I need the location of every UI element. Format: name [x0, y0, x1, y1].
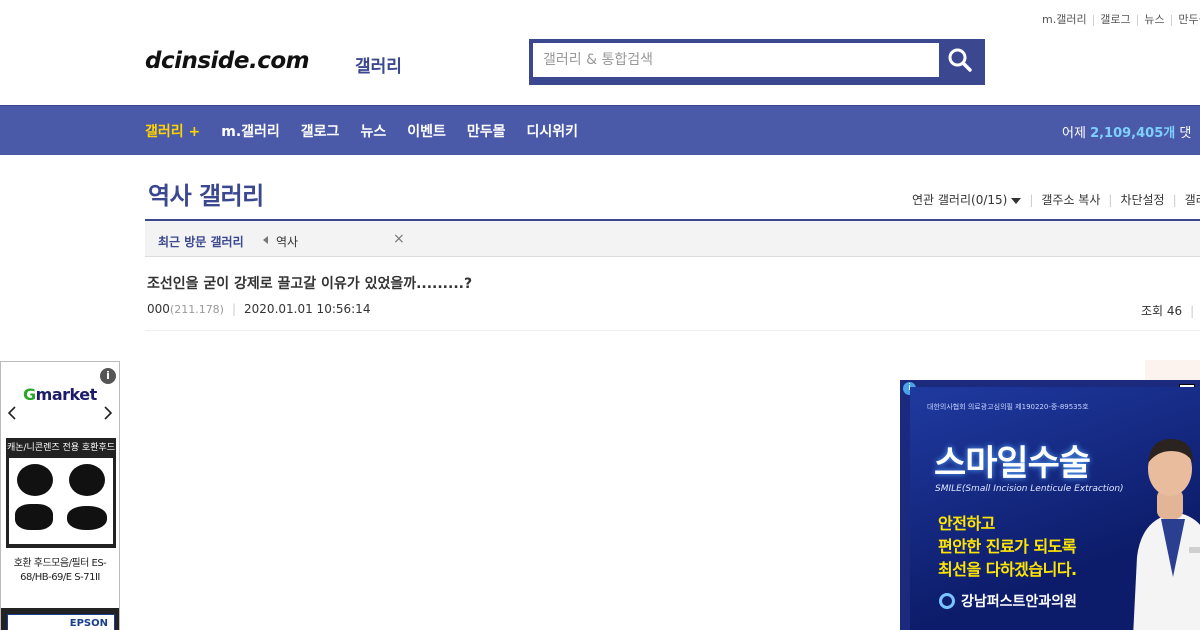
post-stat: 어제 2,109,405개 댓: [1062, 122, 1191, 141]
ad-product-card[interactable]: 캐논/니콘렌즈 전용 호환후드: [6, 438, 116, 548]
gallery-tools: 연관 갤러리(0/15) | 갤주소 복사 | 차단설정 | 갤러: [912, 191, 1200, 208]
doctor-image: [1133, 439, 1200, 630]
ad-copy-line: 편안한 진료가 되도록: [938, 537, 1077, 556]
recent-visited-item[interactable]: 역사: [276, 233, 298, 250]
next-ad-preview: EPSON: [1, 608, 119, 630]
ad-panel: 대한의사협회 의료광고심의필 제190220-중-89535호 스마일수술 SM…: [910, 387, 1200, 630]
post-meta: 000 (211.178) | 2020.01.01 10:56:14: [147, 302, 370, 316]
gallery-title[interactable]: 역사 갤러리: [148, 176, 264, 211]
topnav-news-link[interactable]: 뉴스: [1144, 13, 1164, 26]
post-title: 조선인을 굳이 강제로 끌고갈 이유가 있었을까.........?: [147, 276, 473, 292]
related-gallery-dropdown[interactable]: 연관 갤러리(0/15): [912, 191, 1022, 208]
nav-item-mgallery[interactable]: m.갤러리: [221, 121, 280, 141]
nav-item-event[interactable]: 이벤트: [407, 121, 446, 141]
logo-gallery-label[interactable]: 갤러리: [355, 52, 402, 77]
left-ad-banner[interactable]: i Gmarket 캐논/니콘렌즈 전용 호환후드 호환 후드모음/필터 ES-…: [0, 361, 120, 630]
topnav-mandumall-link[interactable]: 만두몰: [1178, 13, 1200, 26]
gmarket-logo-g: G: [23, 385, 36, 404]
ad-placeholder: [1145, 360, 1200, 380]
caret-down-icon: [1011, 198, 1022, 204]
related-gallery-label: 연관 갤러리(0/15): [912, 193, 1008, 207]
nav-item-gallog[interactable]: 갤로그: [301, 121, 340, 141]
post-author-ip: (211.178): [169, 302, 224, 316]
ad-notice-text: 대한의사협회 의료광고심의필 제190220-중-89535호: [927, 403, 1089, 411]
recent-visited-label[interactable]: 최근 방문 갤러리: [158, 233, 244, 250]
divider: |: [1135, 13, 1140, 26]
post-views-text: 조회 46: [1141, 304, 1183, 318]
block-settings-button[interactable]: 차단설정: [1120, 191, 1164, 208]
ad-copy: 안전하고 편안한 진료가 되도록 최선을 다하겠습니다.: [938, 512, 1077, 581]
nav-item-gallery[interactable]: 갤러리 +: [145, 121, 200, 141]
caret-left-icon[interactable]: [263, 236, 268, 244]
divider: |: [231, 302, 237, 316]
epson-logo: EPSON: [7, 614, 115, 630]
nav-item-dcwiki[interactable]: 디시위키: [526, 121, 578, 141]
divider: |: [1108, 192, 1113, 207]
ad-clinic: 강남퍼스트안과의원: [939, 591, 1077, 611]
close-icon[interactable]: ×: [393, 231, 405, 247]
right-ad-banner[interactable]: i 대한의사협회 의료광고심의필 제190220-중-89535호 스마일수술 …: [900, 380, 1200, 630]
post-author[interactable]: 000: [147, 302, 170, 316]
site-logo[interactable]: dcinside.com: [145, 48, 310, 74]
nav-item-news[interactable]: 뉴스: [360, 121, 386, 141]
divider: |: [1029, 192, 1034, 207]
main-nav-bar: 갤러리 + m.갤러리 갤로그 뉴스 이벤트 만두몰 디시위키 어제 2,109…: [0, 105, 1200, 155]
divider: |: [1190, 304, 1195, 318]
stat-prefix: 어제: [1062, 126, 1086, 141]
stat-value: 2,109,405개: [1090, 126, 1176, 141]
top-utility-nav: m.갤러리 | 갤로그 | 뉴스 | 만두몰: [1042, 11, 1200, 27]
post-datetime: 2020.01.01 10:56:14: [244, 302, 371, 316]
gmarket-logo: Gmarket: [23, 385, 97, 404]
gallery-more-button[interactable]: 갤러: [1185, 191, 1200, 208]
recent-visited-bar: 최근 방문 갤러리 역사 ×: [145, 219, 1200, 257]
clinic-logo-icon: [939, 593, 955, 609]
lens-hood-image: [67, 506, 107, 530]
search-button[interactable]: [939, 41, 981, 79]
lens-hood-image: [69, 464, 105, 496]
lens-hood-image: [15, 504, 53, 530]
ad-product-header: 캐논/니콘렌즈 전용 호환후드: [6, 443, 116, 453]
gmarket-logo-text: market: [35, 385, 98, 404]
divider: |: [1091, 13, 1096, 26]
ad-info-icon[interactable]: i: [100, 368, 116, 384]
ad-subtitle: SMILE(Small Incision Lenticule Extractio…: [935, 484, 1124, 494]
divider: |: [1172, 192, 1177, 207]
post-views: 조회 46 |: [1141, 302, 1194, 319]
search-input[interactable]: [533, 43, 939, 77]
divider: |: [1169, 13, 1174, 26]
chevron-right-icon[interactable]: [103, 406, 113, 420]
search-bar: [529, 39, 985, 85]
topnav-mgallery-link[interactable]: m.갤러리: [1042, 13, 1087, 26]
ad-copy-line: 안전하고: [938, 514, 995, 533]
stat-suffix: 댓: [1179, 126, 1192, 141]
lens-hood-image: [17, 464, 53, 496]
ad-copy-line: 최선을 다하겠습니다.: [938, 560, 1077, 579]
search-icon: [948, 48, 972, 72]
ad-headline: 스마일수술: [934, 444, 1091, 484]
divider: [145, 330, 1200, 331]
topnav-gallog-link[interactable]: 갤로그: [1100, 13, 1130, 26]
copy-address-button[interactable]: 갤주소 복사: [1041, 191, 1100, 208]
chevron-left-icon[interactable]: [7, 406, 17, 420]
ad-clinic-name: 강남퍼스트안과의원: [961, 594, 1077, 610]
ad-product-name[interactable]: 호환 후드모음/필터 ES-68/HB-69/E S-71II: [7, 557, 113, 585]
nav-item-mandumall[interactable]: 만두몰: [467, 121, 506, 141]
ad-product-image: [9, 458, 113, 544]
